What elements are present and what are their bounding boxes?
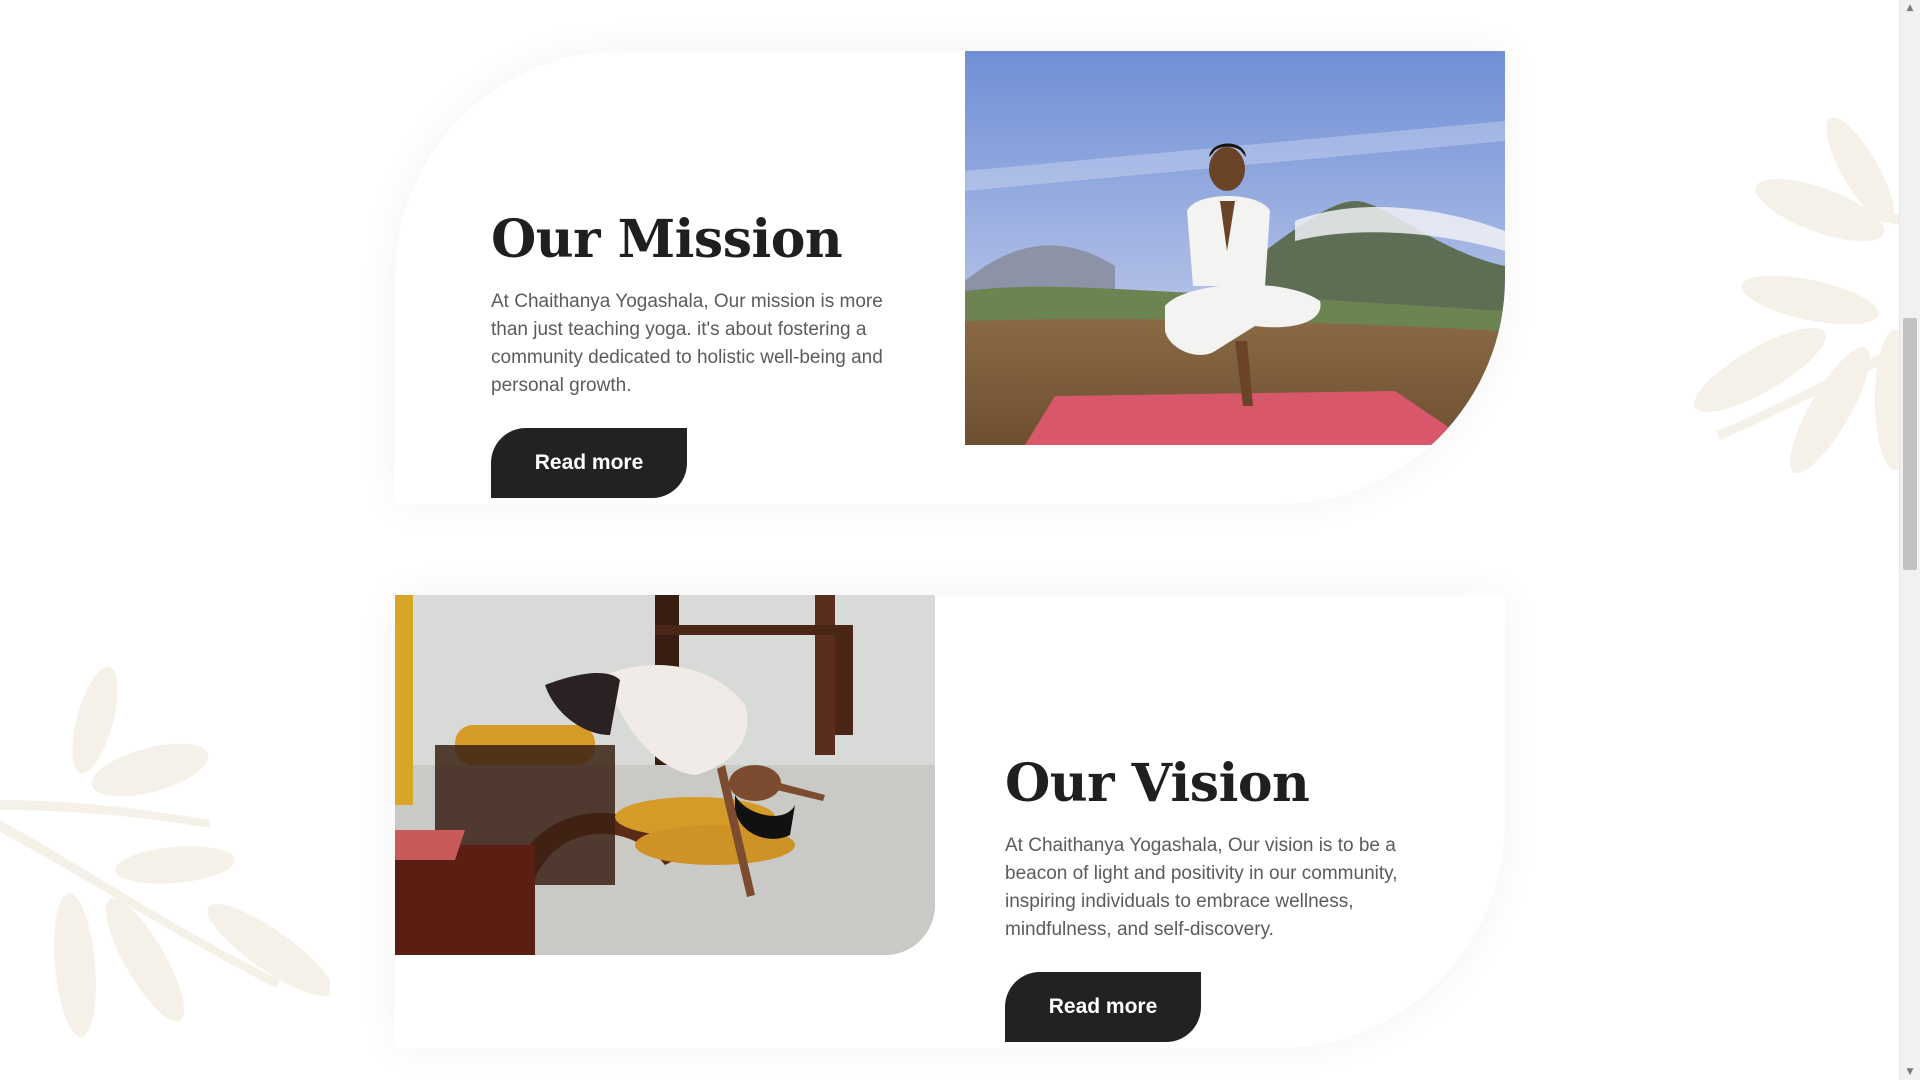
vision-title: Our Vision: [1005, 753, 1310, 814]
vertical-scrollbar[interactable]: ▲ ▼: [1899, 0, 1920, 1080]
leaf-branch-decoration-right: [1590, 110, 1920, 490]
mission-photo: [965, 51, 1505, 445]
vision-photo: [395, 595, 935, 955]
triangle-down-icon[interactable]: ▼: [1900, 1064, 1920, 1080]
page: Our Mission At Chaithanya Yogashala, Our…: [0, 0, 1920, 1080]
triangle-up-icon[interactable]: ▲: [1900, 0, 1920, 16]
scrollbar-thumb[interactable]: [1903, 318, 1917, 570]
mission-description: At Chaithanya Yogashala, Our mission is …: [491, 291, 883, 397]
vision-description: At Chaithanya Yogashala, Our vision is t…: [1005, 835, 1398, 941]
mission-text-block: Our Mission At Chaithanya Yogashala, Our…: [491, 211, 911, 400]
vision-card: Our Vision At Chaithanya Yogashala, Our …: [395, 595, 1505, 1048]
mission-card: Our Mission At Chaithanya Yogashala, Our…: [395, 51, 1505, 504]
vision-text-block: Our Vision At Chaithanya Yogashala, Our …: [1005, 755, 1425, 944]
mission-read-more-button[interactable]: Read more: [491, 428, 687, 498]
mission-title: Our Mission: [491, 209, 843, 270]
vision-read-more-button[interactable]: Read more: [1005, 972, 1201, 1042]
leaf-branch-decoration-left: [0, 660, 330, 1040]
